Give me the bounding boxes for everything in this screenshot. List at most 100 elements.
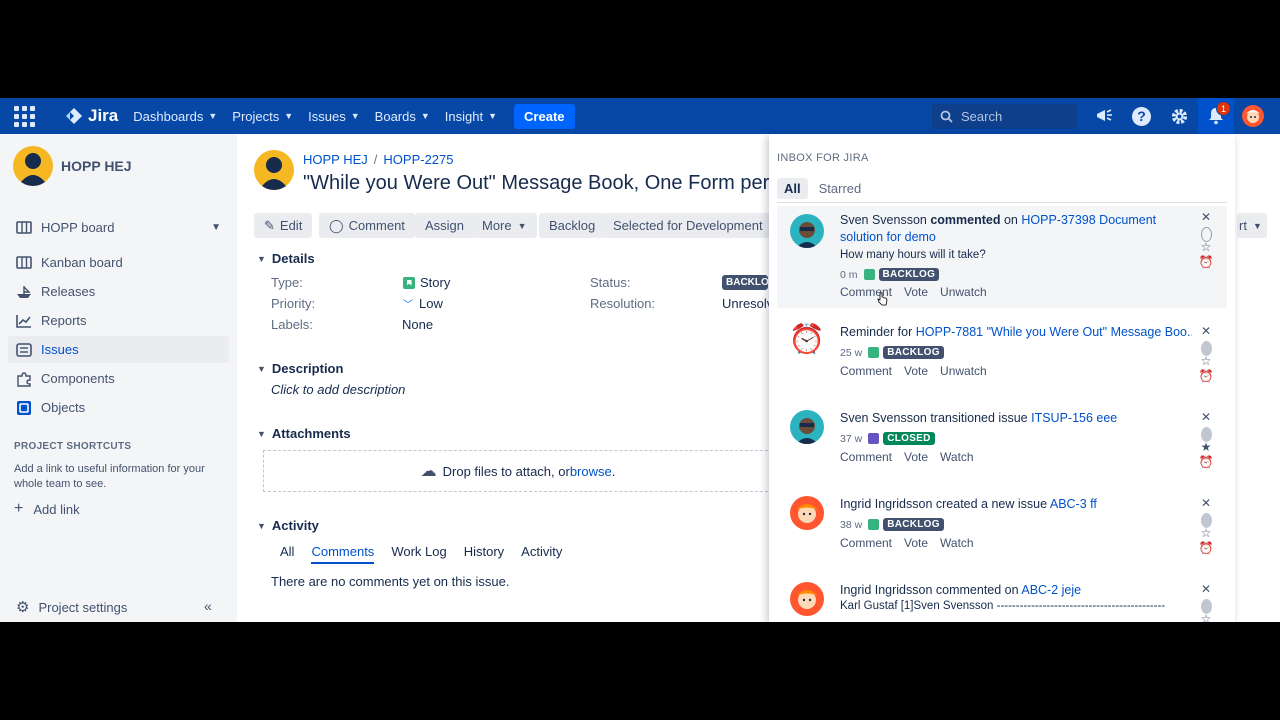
nav-dashboards[interactable]: Dashboards ▼ [133, 109, 217, 124]
reminder-clock-icon[interactable]: ⏰ [1199, 541, 1214, 556]
mark-read-icon[interactable] [1200, 511, 1212, 528]
nav-boards[interactable]: Boards ▼ [375, 109, 430, 124]
type-value[interactable]: Story [403, 275, 450, 290]
notification-item[interactable]: ⏰ Reminder for HOPP-7881 "While you Were… [777, 320, 1227, 396]
notification-item[interactable]: Ingrid Ingridsson commented on ABC-2 jej… [777, 578, 1227, 622]
notification-item[interactable]: Sven Svensson commented on HOPP-37398 Do… [777, 206, 1227, 308]
tab-comments[interactable]: Comments [311, 544, 375, 564]
type-label: Type: [271, 275, 303, 290]
selected-for-development-button[interactable]: Selected for Development [603, 213, 773, 238]
issue-link[interactable]: ABC-2 jeje [1021, 583, 1081, 597]
tab-all[interactable]: All [280, 544, 294, 564]
description-placeholder[interactable]: Click to add description [271, 382, 405, 397]
sidebar-item-hopp-board[interactable]: HOPP board ▼ [8, 214, 229, 241]
unwatch-action[interactable]: Unwatch [940, 364, 987, 378]
close-icon[interactable]: ✕ [1201, 582, 1211, 597]
sidebar-item-objects[interactable]: Objects [8, 394, 229, 421]
status-lozenge[interactable]: BACKLOG [722, 275, 768, 290]
project-settings-link[interactable]: ⚙ Project settings [16, 598, 127, 616]
app-switcher-icon[interactable] [13, 105, 35, 127]
inbox-heading: INBOX FOR JIRA [777, 152, 869, 164]
tab-work-log[interactable]: Work Log [391, 544, 446, 564]
issue-link[interactable]: HOPP-7881 "While you Were Out" Message B… [916, 325, 1192, 339]
star-icon[interactable]: ☆ [1201, 240, 1212, 255]
star-icon[interactable]: ☆ [1201, 354, 1212, 369]
comment-action[interactable]: Comment [840, 450, 892, 464]
mark-read-icon[interactable] [1200, 425, 1212, 442]
close-icon[interactable]: ✕ [1201, 324, 1211, 339]
sidebar-item-reports[interactable]: Reports [8, 307, 229, 334]
tab-starred[interactable]: Starred [819, 181, 862, 196]
sidebar-item-issues[interactable]: Issues [8, 336, 229, 363]
chevron-down-icon[interactable]: ▼ [211, 222, 221, 233]
search-input[interactable]: Search [932, 104, 1077, 129]
search-icon [940, 110, 953, 123]
megaphone-icon[interactable] [1093, 105, 1115, 127]
notification-item[interactable]: Ingrid Ingridsson created a new issue AB… [777, 492, 1227, 568]
comment-button[interactable]: ◯ Comment [319, 213, 415, 238]
watch-action[interactable]: Watch [940, 536, 974, 550]
issue-link[interactable]: ITSUP-156 eee [1031, 411, 1117, 425]
activity-heading[interactable]: ▼ Activity [257, 518, 319, 533]
tab-all[interactable]: All [777, 178, 808, 199]
vote-action[interactable]: Vote [904, 364, 928, 378]
unwatch-action[interactable]: Unwatch [940, 285, 987, 299]
vote-action[interactable]: Vote [904, 450, 928, 464]
edit-button[interactable]: ✎ Edit [254, 213, 313, 238]
notification-controls: ✕ ☆ ⏰ [1199, 210, 1214, 270]
star-icon[interactable]: ☆ [1201, 612, 1212, 622]
project-header[interactable]: HOPP HEJ [13, 146, 132, 186]
mark-read-icon[interactable] [1200, 339, 1212, 356]
collapse-sidebar-icon[interactable]: « [204, 598, 212, 614]
more-button[interactable]: More ▼ [472, 213, 537, 238]
priority-value[interactable]: ﹀ Low [403, 296, 443, 311]
labels-value[interactable]: None [402, 317, 433, 332]
tab-activity[interactable]: Activity [521, 544, 562, 564]
star-filled-icon[interactable]: ★ [1201, 440, 1212, 455]
watch-action[interactable]: Watch [940, 450, 974, 464]
tab-history[interactable]: History [464, 544, 504, 564]
attachment-dropzone[interactable]: ☁ Drop files to attach, or browse. [263, 450, 773, 492]
breadcrumb-project[interactable]: HOPP HEJ [303, 152, 368, 167]
close-icon[interactable]: ✕ [1201, 410, 1211, 425]
star-icon[interactable]: ☆ [1201, 526, 1212, 541]
comment-action[interactable]: Comment [840, 364, 892, 378]
task-icon [868, 433, 880, 444]
comment-preview: Karl Gustaf [1]Sven Svensson -----------… [840, 600, 1166, 612]
attachments-heading[interactable]: ▼ Attachments [257, 426, 351, 441]
description-heading[interactable]: ▼ Description [257, 361, 343, 376]
issue-title[interactable]: "While you Were Out" Message Book, One F… [303, 172, 773, 195]
jira-logo[interactable]: Jira [65, 106, 118, 126]
export-label: rt [1239, 218, 1247, 233]
issue-link[interactable]: ABC-3 ff [1050, 497, 1097, 511]
notification-item[interactable]: Sven Svensson transitioned issue ITSUP-1… [777, 406, 1227, 482]
reminder-clock-icon[interactable]: ⏰ [1199, 255, 1214, 270]
sidebar-item-components[interactable]: Components [8, 365, 229, 392]
vote-action[interactable]: Vote [904, 536, 928, 550]
close-icon[interactable]: ✕ [1201, 210, 1211, 225]
details-heading[interactable]: ▼ Details [257, 251, 315, 266]
reminder-clock-icon[interactable]: ⏰ [1199, 369, 1214, 384]
add-link-button[interactable]: + Add link [14, 500, 80, 518]
nav-projects[interactable]: Projects ▼ [232, 109, 293, 124]
create-button[interactable]: Create [514, 103, 575, 129]
user-avatar[interactable] [1242, 105, 1264, 127]
vote-action[interactable]: Vote [904, 285, 928, 299]
nav-issues[interactable]: Issues ▼ [308, 109, 360, 124]
help-icon[interactable]: ? [1132, 106, 1151, 126]
assign-button[interactable]: Assign [415, 213, 475, 238]
comment-action[interactable]: Comment [840, 536, 892, 550]
sidebar-item-releases[interactable]: Releases [8, 278, 229, 305]
breadcrumb-issue-key[interactable]: HOPP-2275 [383, 152, 453, 167]
backlog-transition-button[interactable]: Backlog [539, 213, 606, 238]
close-icon[interactable]: ✕ [1201, 496, 1211, 511]
mark-read-icon[interactable] [1200, 597, 1212, 614]
gear-icon[interactable] [1168, 105, 1190, 127]
export-button[interactable]: rt ▼ [1237, 213, 1267, 238]
nav-insight[interactable]: Insight ▼ [445, 109, 497, 124]
objects-icon [15, 400, 33, 416]
sidebar-item-kanban-board[interactable]: Kanban board [8, 249, 229, 276]
mark-read-icon[interactable] [1200, 225, 1212, 242]
reminder-clock-icon[interactable]: ⏰ [1199, 455, 1214, 470]
browse-link[interactable]: browse [570, 464, 612, 479]
